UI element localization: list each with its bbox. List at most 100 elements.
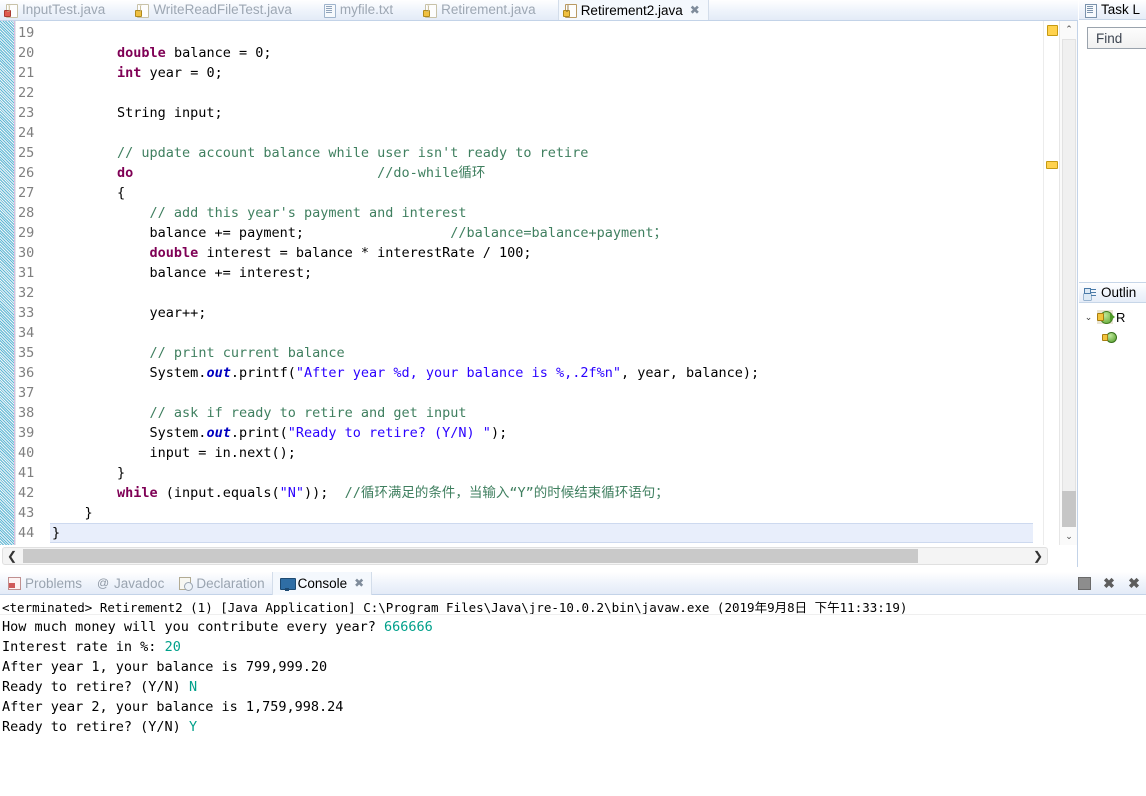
code-line[interactable]: // print current balance	[50, 343, 1033, 363]
scrollbar-thumb[interactable]	[1062, 491, 1076, 527]
source-code-text[interactable]: double balance = 0; int year = 0; String…	[50, 21, 1033, 545]
code-line[interactable]	[50, 23, 1033, 43]
close-icon[interactable]: ✖	[354, 577, 364, 589]
code-line[interactable]	[50, 323, 1033, 343]
text-file-icon	[322, 3, 336, 18]
code-line[interactable]: balance += payment; //balance=balance+pa…	[50, 223, 1033, 243]
code-line[interactable]: // add this year's payment and interest	[50, 203, 1033, 223]
console-tab-label: Declaration	[196, 575, 265, 591]
code-token-plain: balance = 0;	[165, 45, 272, 61]
outline-view-header[interactable]: Outlin	[1079, 283, 1146, 303]
scroll-right-icon[interactable]: ❯	[1029, 548, 1047, 564]
editor-vertical-scrollbar[interactable]: ⌃ ⌄	[1059, 21, 1077, 545]
line-number: 22	[18, 85, 35, 101]
code-line[interactable]: // update account balance while user isn…	[50, 143, 1033, 163]
code-line[interactable]: {	[50, 183, 1033, 203]
console-program-output: How much money will you contribute every…	[2, 619, 385, 635]
code-line[interactable]: input = in.next();	[50, 443, 1033, 463]
java-file-icon	[4, 3, 18, 18]
chevron-down-icon[interactable]: ⌄	[1083, 312, 1094, 323]
line-number: 35	[18, 345, 35, 361]
code-token-fld: out	[206, 365, 231, 381]
java-file-icon	[423, 3, 438, 18]
code-line[interactable]: }	[50, 463, 1033, 483]
editor-overview-ruler[interactable]	[1043, 21, 1059, 545]
find-button[interactable]: Find	[1087, 27, 1146, 49]
code-line[interactable]: String input;	[50, 103, 1033, 123]
code-token-plain: }	[52, 505, 93, 521]
line-number: 41	[18, 465, 35, 481]
outline-item-label: R	[1116, 309, 1126, 325]
console-view: Problems @ Javadoc Declaration Console ✖ ✖ ✖ …	[0, 571, 1146, 796]
scroll-left-icon[interactable]: ❮	[3, 548, 21, 564]
console-user-input: 20	[164, 639, 181, 655]
console-output-line: How much money will you contribute every…	[2, 617, 1146, 637]
problems-icon	[7, 576, 21, 590]
code-line[interactable]: // ask if ready to retire and get input	[50, 403, 1033, 423]
line-number: 29	[18, 225, 35, 241]
console-program-output: After year 2, your balance is 1,759,998.…	[2, 699, 344, 715]
remove-all-terminated-icon[interactable]: ✖	[1126, 575, 1142, 591]
code-token-plain: {	[52, 185, 126, 201]
code-token-plain: interest = balance * interestRate / 100;	[198, 245, 532, 261]
scrollbar-track[interactable]	[1062, 39, 1076, 509]
warning-marker-icon[interactable]	[1046, 161, 1058, 169]
editor-tab-myfile-txt[interactable]: myfile.txt	[318, 0, 401, 20]
code-line[interactable]	[50, 383, 1033, 403]
code-line[interactable]: System.out.print("Ready to retire? (Y/N)…	[50, 423, 1033, 443]
console-tab-javadoc[interactable]: @ Javadoc	[89, 572, 171, 595]
code-line[interactable]: System.out.printf("After year %d, your b…	[50, 363, 1033, 383]
code-line[interactable]	[50, 83, 1033, 103]
warning-marker-icon[interactable]	[1047, 25, 1058, 36]
outline-title: Outlin	[1101, 285, 1137, 300]
console-tab-problems[interactable]: Problems	[0, 572, 89, 595]
code-token-plain: .print(	[230, 425, 288, 441]
console-user-input: Y	[188, 719, 198, 735]
scroll-down-icon[interactable]: ⌄	[1060, 528, 1078, 545]
task-list-view-header[interactable]: Task L	[1079, 0, 1146, 20]
code-line[interactable]: balance += interest;	[50, 263, 1033, 283]
editor-marker-gutter[interactable]	[0, 21, 16, 545]
scroll-up-icon[interactable]: ⌃	[1060, 21, 1078, 38]
code-token-plain: year = 0;	[141, 65, 223, 81]
console-tab-console[interactable]: Console ✖	[271, 571, 373, 595]
close-icon[interactable]: ✖	[690, 4, 700, 16]
terminate-icon[interactable]	[1076, 575, 1092, 591]
console-tab-declaration[interactable]: Declaration	[171, 572, 271, 595]
scrollbar-thumb[interactable]	[23, 549, 918, 563]
code-line[interactable]	[50, 123, 1033, 143]
editor-horizontal-scrollbar[interactable]: ❮ ❯	[2, 547, 1048, 565]
code-line[interactable]: }	[50, 503, 1033, 523]
console-output-line: After year 2, your balance is 1,759,998.…	[2, 697, 1146, 717]
code-token-str: "After year %d, your balance is %,.2f%n"	[295, 365, 621, 381]
code-line[interactable]: double balance = 0;	[50, 43, 1033, 63]
console-output-text[interactable]: How much money will you contribute every…	[0, 615, 1146, 737]
outline-item-class[interactable]: ⌄ R	[1079, 307, 1146, 327]
code-token-plain: System.	[52, 365, 207, 381]
line-number: 19	[18, 25, 35, 41]
code-line[interactable]: }	[50, 523, 1033, 543]
console-tab-bar: Problems @ Javadoc Declaration Console ✖	[0, 571, 1146, 595]
editor-tab-retirement-java[interactable]: Retirement.java	[419, 0, 544, 20]
line-number: 39	[18, 425, 35, 441]
class-icon	[1097, 310, 1115, 324]
code-token-cmt: //balance=balance+payment；	[450, 225, 667, 241]
code-token-plain: balance += payment;	[52, 225, 304, 241]
outline-item-method[interactable]	[1079, 327, 1146, 347]
editor-tab-writereadfiletest-java[interactable]: WriteReadFileTest.java	[131, 0, 300, 20]
editor-tab-inputtest-java[interactable]: InputTest.java	[0, 0, 113, 20]
editor-tab-retirement2-java[interactable]: Retirement2.java ✖	[557, 0, 709, 20]
remove-launch-icon[interactable]: ✖	[1101, 575, 1117, 591]
code-line[interactable]: while (input.equals("N")); //循环满足的条件，当输入…	[50, 483, 1033, 503]
code-line[interactable]: double interest = balance * interestRate…	[50, 243, 1033, 263]
code-editor[interactable]: 19 20 21 22 23 24 25 26 27 28 29 30 31 32 33 34 35 36 37 38…	[0, 21, 1078, 567]
line-number-ruler: 19 20 21 22 23 24 25 26 27 28 29 30 31 32 33 34 35 36 37 38…	[16, 21, 50, 545]
code-line[interactable]: do //do-while循环	[50, 163, 1033, 183]
code-line[interactable]: int year = 0;	[50, 63, 1033, 83]
code-line[interactable]	[50, 283, 1033, 303]
code-token-cmt: //do-while循环	[377, 165, 486, 181]
code-line[interactable]: year++;	[50, 303, 1033, 323]
